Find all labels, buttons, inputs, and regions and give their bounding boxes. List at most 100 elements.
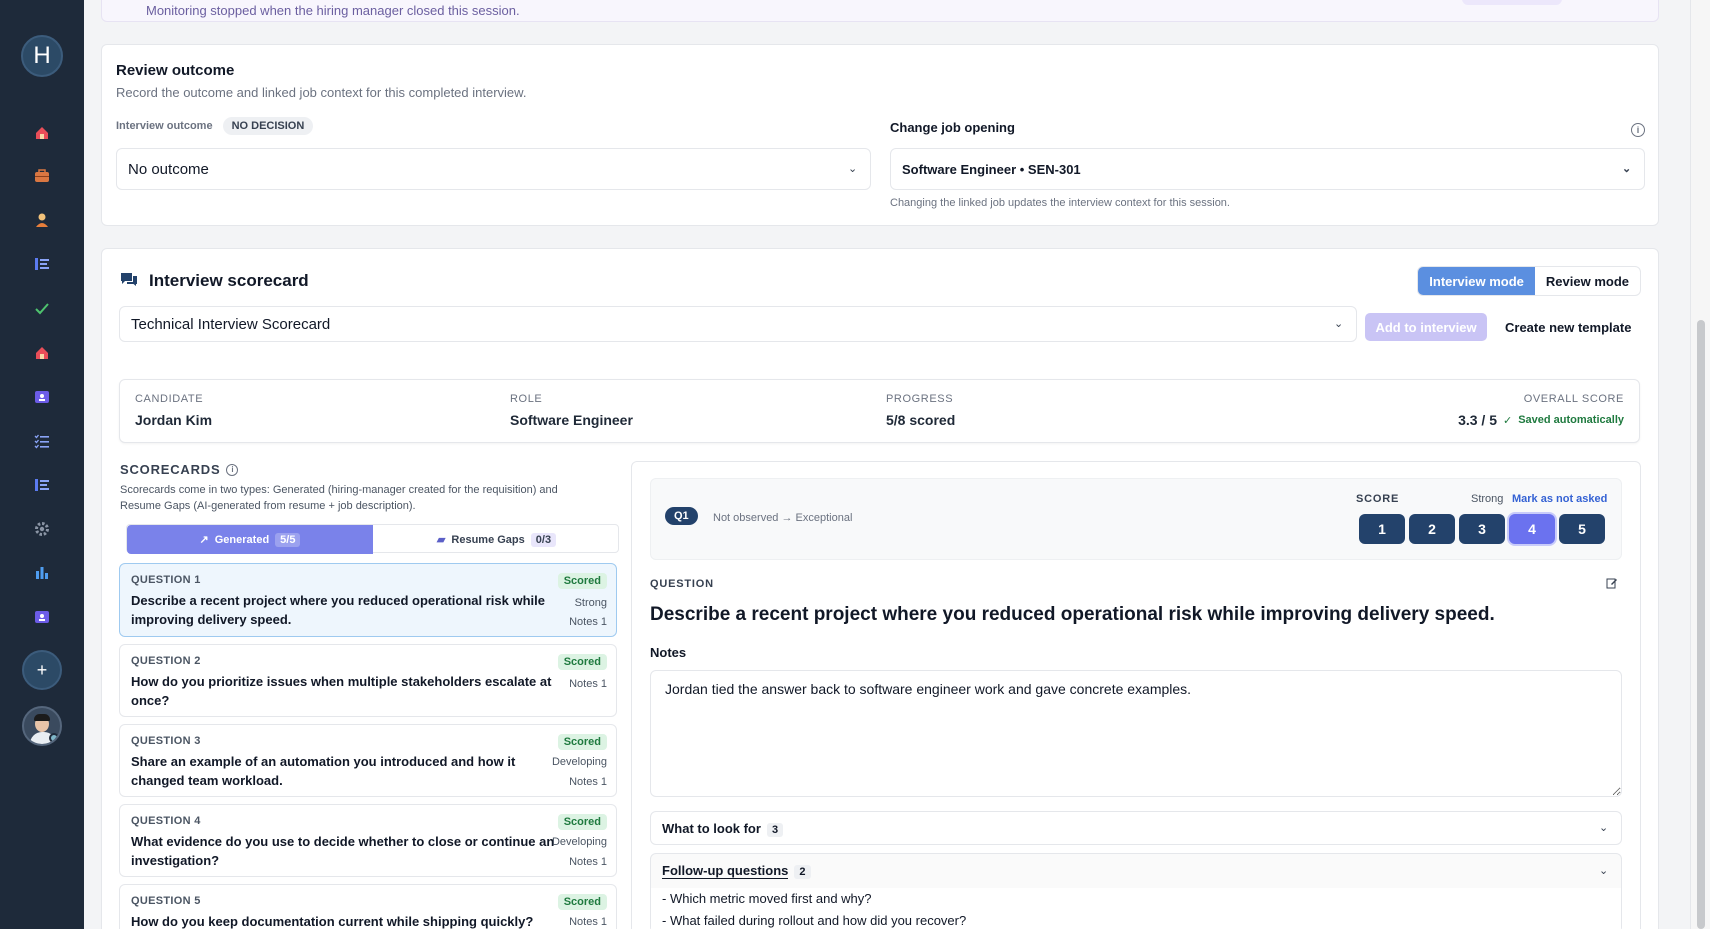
template-select-value: Technical Interview Scorecard — [131, 315, 331, 333]
score-button-3[interactable]: 3 — [1459, 514, 1505, 544]
candidate-label: CANDIDATE — [135, 393, 204, 405]
outcome-select-value: No outcome — [128, 160, 209, 178]
interview-mode-button[interactable]: Interview mode — [1418, 267, 1535, 295]
scorecards-description: Scorecards come in two types: Generated … — [120, 484, 558, 512]
app-logo[interactable]: H — [21, 35, 63, 77]
question-notes-count: Notes 1 — [569, 678, 607, 690]
candidate-summary: CANDIDATE Jordan Kim ROLE Software Engin… — [119, 379, 1640, 443]
overall-score-label: OVERALL SCORE — [1523, 393, 1624, 405]
question-text: How do you prioritize issues when multip… — [131, 674, 552, 708]
follow-up-question: - Which metric moved first and why? — [662, 891, 872, 906]
role-value: Software Engineer — [510, 412, 633, 428]
question-number: QUESTION 2 — [131, 655, 201, 667]
scorecard-title: Interview scorecard — [149, 271, 309, 290]
create-template-button[interactable]: Create new template — [1505, 320, 1631, 335]
edit-icon[interactable] — [1606, 577, 1618, 592]
add-to-interview-button[interactable]: Add to interview — [1365, 313, 1487, 341]
question-notes-count: Notes 1 — [569, 856, 607, 868]
list-item[interactable]: QUESTION 1 Describe a recent project whe… — [119, 563, 617, 637]
template-select[interactable]: Technical Interview Scorecard ⌄ — [119, 306, 1357, 342]
list-item[interactable]: QUESTION 3 Share an example of an automa… — [119, 724, 617, 797]
scrollbar-thumb[interactable] — [1697, 320, 1705, 929]
tab-generated[interactable]: ↗ Generated 5/5 — [127, 525, 373, 554]
score-button-1[interactable]: 1 — [1359, 514, 1405, 544]
question-rating: Developing — [551, 836, 607, 848]
job-opening-label: Change job opening — [890, 120, 1015, 135]
briefcase-icon[interactable] — [30, 164, 54, 188]
what-to-look-for-expander[interactable]: What to look for 3 ⌄ — [650, 811, 1622, 845]
question-rating: Strong — [574, 597, 607, 609]
page-scrollbar[interactable] — [1690, 0, 1710, 929]
question-heading: Describe a recent project where you redu… — [650, 604, 1495, 625]
score-label: SCORE — [1356, 493, 1400, 505]
job-opening-select[interactable]: Software Engineer • SEN-301 ⌄ — [890, 148, 1645, 190]
id-card-icon[interactable] — [30, 605, 54, 629]
chart-icon[interactable] — [30, 561, 54, 585]
check-icon: ✓ — [1503, 414, 1513, 427]
question-number: QUESTION 1 — [131, 574, 201, 586]
tab-generated-count: 5/5 — [275, 532, 301, 547]
progress-label: PROGRESS — [886, 393, 954, 405]
score-button-5[interactable]: 5 — [1559, 514, 1605, 544]
banner-text: Monitoring stopped when the hiring manag… — [146, 3, 520, 18]
review-outcome-title: Review outcome — [116, 62, 235, 79]
chat-icon: ▰ — [436, 534, 446, 546]
home-icon[interactable] — [30, 121, 54, 145]
outcome-status-badge: NO DECISION — [222, 117, 314, 135]
review-outcome-card: Review outcome Record the outcome and li… — [101, 44, 1659, 226]
gear-icon[interactable] — [30, 517, 54, 541]
chevron-down-icon: ⌄ — [1599, 865, 1609, 877]
question-badge: Q1 — [665, 507, 698, 525]
role-label: ROLE — [510, 393, 543, 405]
add-button[interactable]: + — [22, 650, 62, 690]
person-icon[interactable] — [30, 208, 54, 232]
list-item[interactable]: QUESTION 5 How do you keep documentation… — [119, 884, 617, 929]
question-text: What evidence do you use to decide wheth… — [131, 834, 555, 868]
follow-up-question: - What failed during rollout and how did… — [662, 913, 967, 928]
score-button-2[interactable]: 2 — [1409, 514, 1455, 544]
tab-resume-gaps[interactable]: ▰ Resume Gaps 0/3 — [373, 525, 620, 554]
list-icon[interactable] — [30, 252, 54, 276]
chevron-down-icon: ⌄ — [848, 163, 858, 175]
scorecard-type-tabs: ↗ Generated 5/5 ▰ Resume Gaps 0/3 — [126, 524, 620, 554]
chevron-down-icon: ⌄ — [1599, 822, 1609, 834]
score-rating: Strong — [1471, 493, 1504, 505]
question-text: How do you keep documentation current wh… — [131, 914, 534, 929]
score-button-4[interactable]: 4 — [1509, 514, 1555, 544]
follow-up-label: Follow-up questions — [662, 863, 789, 879]
question-notes-count: Notes 1 — [569, 776, 607, 788]
what-to-look-for-count: 3 — [766, 823, 784, 837]
list-item[interactable]: QUESTION 2 How do you prioritize issues … — [119, 644, 617, 717]
question-notes-count: Notes 1 — [569, 616, 607, 628]
banner-action-button[interactable] — [1462, 0, 1562, 5]
scorecards-title: SCORECARDS — [120, 462, 221, 477]
check-icon[interactable] — [30, 297, 54, 321]
tab-resume-label: Resume Gaps — [451, 533, 525, 546]
job-opening-value: Software Engineer • SEN-301 — [902, 161, 1081, 177]
outcome-select[interactable]: No outcome ⌄ — [116, 148, 871, 190]
status-badge: Scored — [557, 814, 607, 830]
review-mode-button[interactable]: Review mode — [1535, 267, 1640, 295]
sidebar: H + — [0, 0, 84, 929]
chat-icon — [120, 272, 138, 293]
contact-card-icon[interactable] — [30, 385, 54, 409]
checklist-icon[interactable] — [30, 429, 54, 453]
avatar[interactable] — [22, 706, 62, 746]
question-label: QUESTION — [650, 578, 714, 590]
notes-label: Notes — [650, 645, 687, 660]
mark-not-asked-link[interactable]: Mark as not asked — [1512, 493, 1607, 505]
building-icon[interactable] — [30, 341, 54, 365]
status-badge: Scored — [557, 894, 607, 910]
info-icon[interactable]: i — [226, 463, 239, 476]
info-icon[interactable]: i — [1631, 123, 1645, 137]
list-alt-icon[interactable] — [30, 473, 54, 497]
notes-textarea[interactable]: Jordan tied the answer back to software … — [650, 670, 1622, 797]
question-notes-count: Notes 1 — [569, 916, 607, 928]
follow-up-questions-expander[interactable]: Follow-up questions 2 ⌄ - Which metric mo… — [650, 853, 1622, 929]
list-item[interactable]: QUESTION 4 What evidence do you use to d… — [119, 804, 617, 877]
outcome-label: Interview outcome — [116, 120, 213, 132]
question-number: QUESTION 5 — [131, 895, 201, 907]
tab-resume-count: 0/3 — [530, 532, 557, 547]
question-text: Describe a recent project where you redu… — [131, 593, 545, 627]
job-opening-help: Changing the linked job updates the inte… — [890, 197, 1230, 209]
